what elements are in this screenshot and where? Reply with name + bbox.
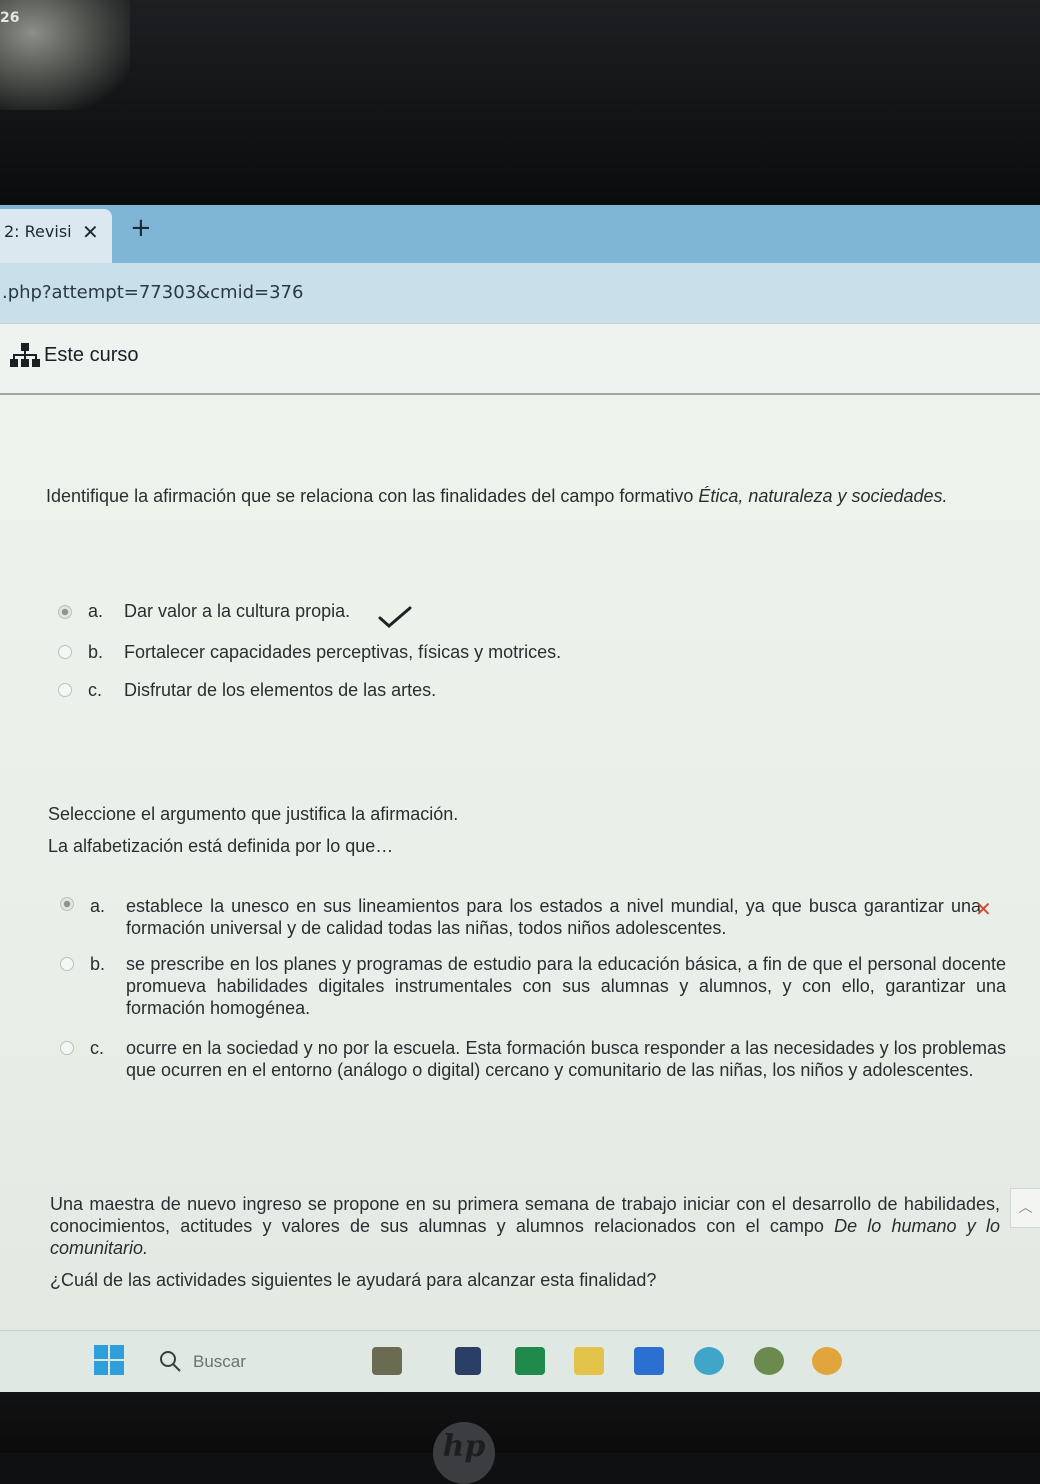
- q2-option-c[interactable]: c. ocurre en la sociedad y no por la esc…: [90, 1037, 1010, 1105]
- url-text[interactable]: .php?attempt=77303&cmid=376: [2, 282, 303, 303]
- option-text: Fortalecer capacidades perceptivas, físi…: [124, 642, 562, 662]
- q2-option-a[interactable]: a. establece la unesco en sus lineamient…: [90, 895, 990, 941]
- screen-glare: [0, 0, 130, 110]
- taskbar-search-input[interactable]: Buscar: [193, 1352, 246, 1372]
- incorrect-x-icon: ✕: [975, 897, 992, 921]
- explorer-icon[interactable]: [455, 1347, 481, 1375]
- q2-option-c-radio[interactable]: [60, 1041, 74, 1055]
- question-3-text: Una maestra de nuevo ingreso se propone …: [50, 1193, 1000, 1259]
- question-1-text: Identifique la afirmación que se relacio…: [46, 485, 1022, 507]
- scroll-up-button[interactable]: ︿: [1010, 1188, 1040, 1228]
- q1-option-a[interactable]: a. Dar valor a la cultura propia.: [88, 600, 988, 624]
- q1-option-b[interactable]: b. Fortalecer capacidades perceptivas, f…: [88, 641, 988, 665]
- question-2-prompt: Seleccione el argumento que justifica la…: [48, 804, 459, 824]
- option-text: Dar valor a la cultura propia.: [124, 601, 351, 621]
- question-3-question: ¿Cuál de las actividades siguientes le a…: [50, 1270, 657, 1290]
- q2-option-b-radio[interactable]: [60, 957, 74, 971]
- word-icon[interactable]: [634, 1347, 664, 1375]
- browser-tab-bar: 2: Revisi ✕ +: [0, 205, 1040, 263]
- q1-option-a-radio[interactable]: [58, 605, 72, 619]
- browser-tab-active[interactable]: 2: Revisi ✕: [0, 209, 112, 263]
- correct-check-icon: [378, 606, 412, 628]
- excel-icon[interactable]: [515, 1347, 545, 1375]
- course-navigation: Este curso: [0, 323, 1040, 395]
- search-icon[interactable]: [158, 1349, 182, 1373]
- question-1-text-italic: Ética, naturaleza y sociedades.: [698, 486, 948, 506]
- q2-option-a-radio[interactable]: [60, 897, 74, 911]
- hp-logo-icon: hp: [433, 1422, 495, 1484]
- q1-option-c[interactable]: c. Disfrutar de los elementos de las art…: [88, 679, 988, 703]
- widgets-icon[interactable]: [372, 1347, 402, 1375]
- question-2-statement: La alfabetización está definida por lo q…: [48, 836, 394, 856]
- tab-title: 2: Revisi: [4, 222, 72, 241]
- edge-icon[interactable]: [694, 1347, 724, 1375]
- option-letter: a.: [90, 896, 106, 916]
- option-letter: c.: [90, 1038, 105, 1058]
- option-letter: c.: [88, 680, 103, 700]
- monitor-top-bezel: 26: [0, 0, 1040, 205]
- option-letter: b.: [90, 954, 106, 974]
- address-bar[interactable]: .php?attempt=77303&cmid=376: [0, 263, 1040, 323]
- corner-text: 26: [0, 10, 20, 26]
- option-letter: a.: [88, 601, 104, 621]
- chevron-up-icon: ︿: [1018, 1199, 1033, 1215]
- new-tab-button[interactable]: +: [130, 213, 152, 243]
- option-text: se prescribe en los planes y programas d…: [126, 954, 1006, 1018]
- start-icon[interactable]: [94, 1345, 124, 1375]
- app-icon[interactable]: [754, 1347, 784, 1375]
- q1-option-b-radio[interactable]: [58, 645, 72, 659]
- option-text: establece la unesco en sus lineamientos …: [126, 896, 981, 938]
- q2-option-b[interactable]: b. se prescribe en los planes y programa…: [90, 953, 1010, 1021]
- option-text: Disfrutar de los elementos de las artes.: [124, 680, 437, 700]
- option-letter: b.: [88, 642, 104, 662]
- windows-taskbar: Buscar: [0, 1330, 1040, 1393]
- tab-close-icon[interactable]: ✕: [82, 220, 99, 244]
- sitemap-icon: [10, 343, 40, 367]
- chrome-icon[interactable]: [812, 1347, 842, 1375]
- question-1-text-plain: Identifique la afirmación que se relacio…: [46, 486, 694, 506]
- option-text: ocurre en la sociedad y no por la escuel…: [126, 1038, 1006, 1080]
- quiz-review-content: Identifique la afirmación que se relacio…: [0, 395, 1040, 1330]
- q1-option-c-radio[interactable]: [58, 683, 72, 697]
- files-icon[interactable]: [574, 1347, 604, 1375]
- monitor-bottom-bezel: hp: [0, 1392, 1040, 1484]
- course-link[interactable]: Este curso: [44, 344, 138, 367]
